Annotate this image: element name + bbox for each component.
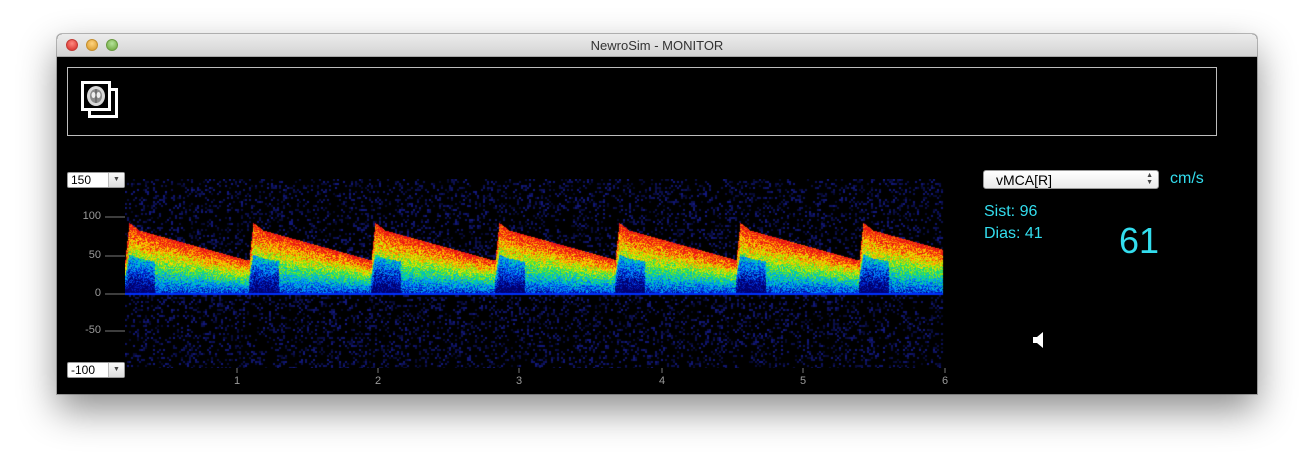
channel-value: vMCA[R] [996, 172, 1052, 188]
image-panel [67, 67, 1217, 136]
diastolic-readout: Dias: 41 [984, 225, 1043, 242]
speaker-icon[interactable] [1033, 332, 1047, 348]
x-tick-label: 1 [233, 375, 241, 387]
unit-label: cm/s [1170, 170, 1204, 187]
x-tick-label: 6 [941, 375, 949, 387]
systolic-readout: Sist: 96 [984, 203, 1038, 220]
x-tick-label: 4 [658, 375, 666, 387]
updown-arrows-icon: ▲ ▼ [1146, 172, 1153, 186]
monitor-window: NewroSim - MONITOR 150 ▼ -100 ▼ 100 50 0… [57, 34, 1257, 394]
title-bar: NewroSim - MONITOR [57, 34, 1257, 57]
doppler-spectrogram [125, 179, 948, 368]
window-title: NewroSim - MONITOR [590, 38, 724, 53]
x-tick-label: 3 [515, 375, 523, 387]
x-tick-label: 5 [799, 375, 807, 387]
brain-scan-icon[interactable] [78, 78, 122, 122]
channel-select[interactable]: vMCA[R] ▲ ▼ [983, 170, 1159, 189]
mean-velocity-readout: 61 [1119, 220, 1160, 261]
x-tick-label: 2 [374, 375, 382, 387]
